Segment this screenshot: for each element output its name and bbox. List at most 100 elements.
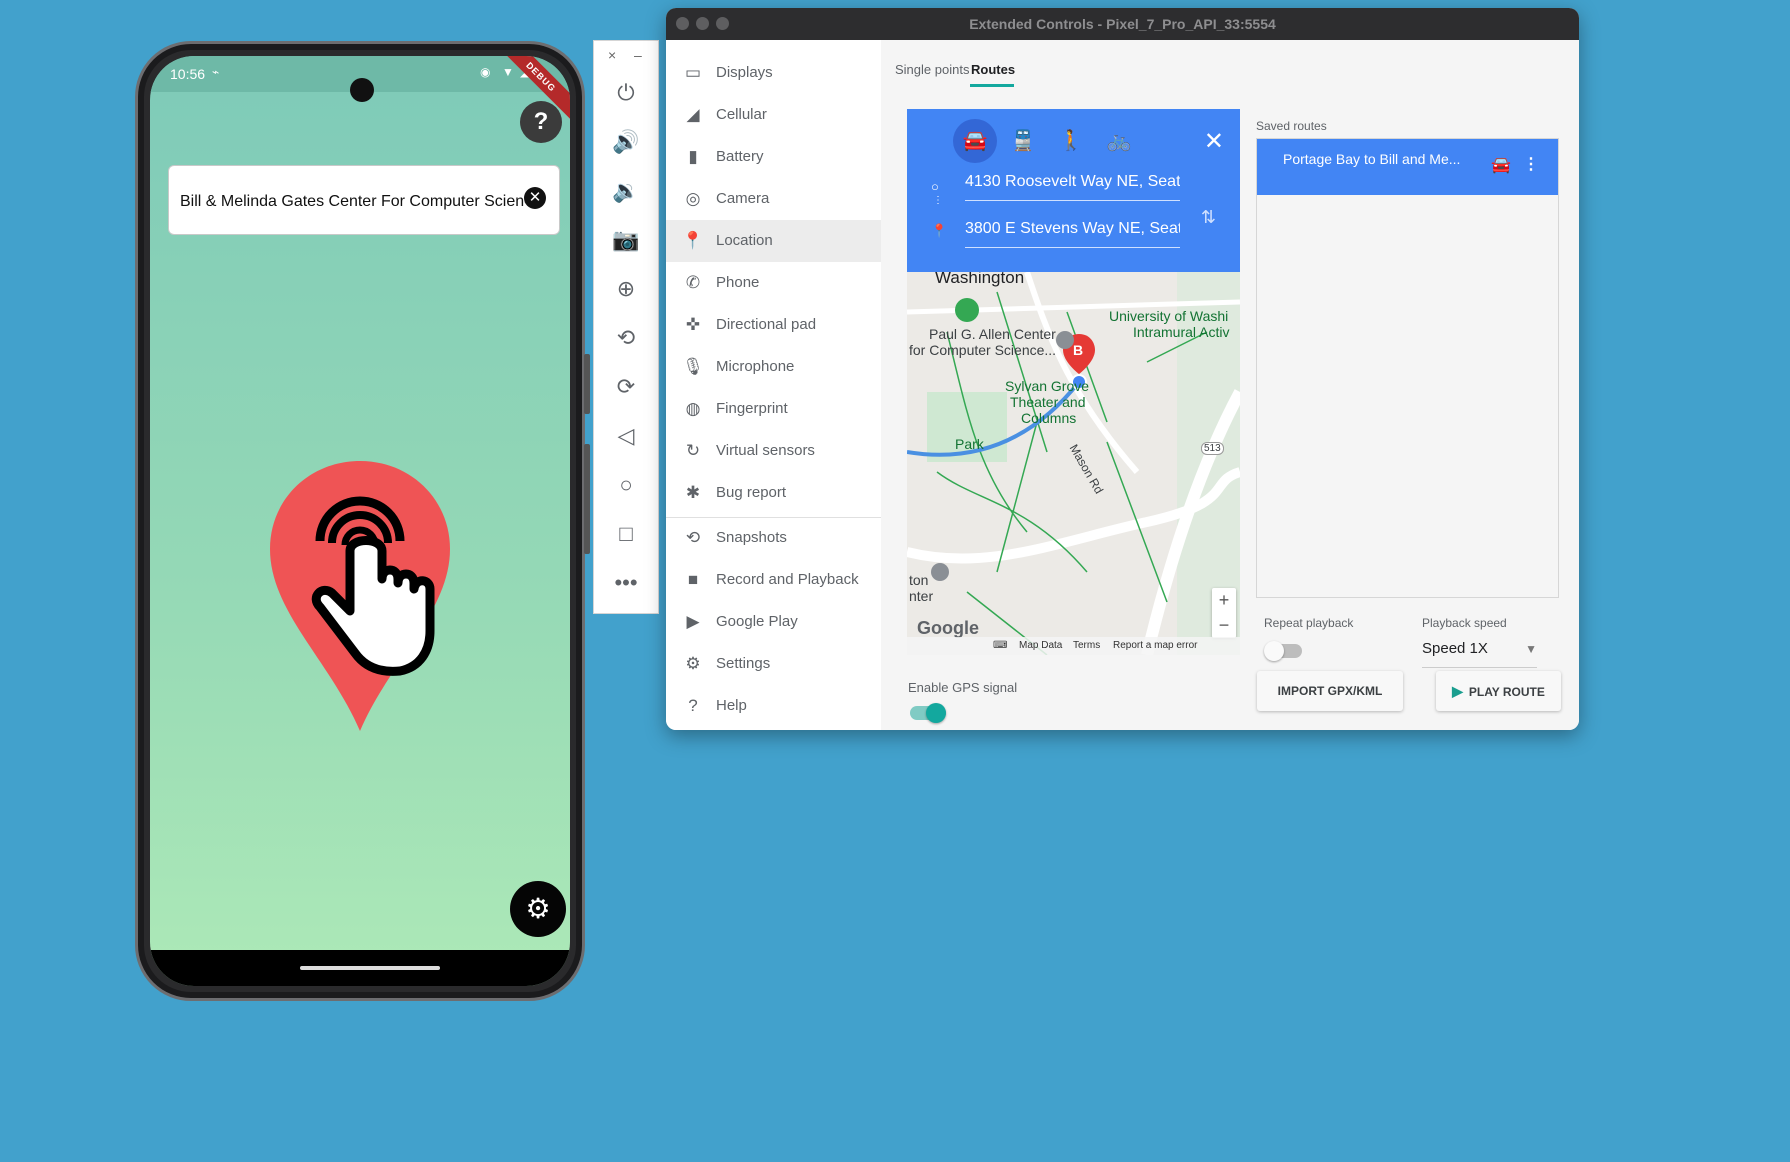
toggle-knob xyxy=(926,703,946,723)
sidebar-item-label: Phone xyxy=(716,274,760,291)
sidebar-item-virtual-sensors[interactable]: ↻ Virtual sensors xyxy=(666,430,881,472)
sidebar-item-label: Bug report xyxy=(716,484,787,501)
sidebar-item-cellular[interactable]: ◢ Cellular xyxy=(666,94,881,136)
sidebar-item-location[interactable]: 📍 Location xyxy=(666,220,881,262)
origin-input[interactable]: 4130 Roosevelt Way NE, Seattle xyxy=(965,173,1180,201)
zoom-in-button[interactable]: + xyxy=(1212,588,1236,613)
sidebar-item-bug-report[interactable]: ✱ Bug report xyxy=(666,472,881,514)
route-dots-icon: ⋮ xyxy=(933,195,943,206)
sidebar-item-settings[interactable]: ⚙ Settings xyxy=(666,643,881,685)
chevron-down-icon: ▼ xyxy=(1525,642,1537,656)
sidebar-item-help[interactable]: ? Help xyxy=(666,685,881,727)
camera-icon[interactable]: 📷 xyxy=(594,218,658,262)
power-icon[interactable]: ⏻ xyxy=(594,71,658,115)
sidebar-item-label: Settings xyxy=(716,655,771,672)
play-route-button[interactable]: ▶ PLAY ROUTE xyxy=(1436,671,1561,711)
extended-controls-sidebar: ▭ Displays ◢ Cellular ▮ Battery ◎ Camera… xyxy=(666,40,881,730)
destination-search-input[interactable]: Bill & Melinda Gates Center For Computer… xyxy=(168,165,560,235)
map-attribution-bar: ⌨ Map Data Terms Report a map error xyxy=(907,637,1240,655)
home-icon[interactable]: ○ xyxy=(594,463,658,507)
clear-search-icon[interactable]: ✕ xyxy=(524,187,546,209)
destination-marker-b[interactable]: B xyxy=(1073,342,1083,358)
tab-single-points[interactable]: Single points xyxy=(895,62,969,77)
cellular-icon: ◢ xyxy=(686,105,700,124)
fingerprint-icon: ◍ xyxy=(685,399,701,418)
status-time: 10:56 xyxy=(170,66,206,82)
location-panel: Single points Routes 🚘 🚆 🚶 🚲 ✕ ○ ⋮ 📍 413… xyxy=(881,40,1579,730)
playback-speed-label: Playback speed xyxy=(1422,616,1507,630)
minimize-emulator-button[interactable]: – xyxy=(634,47,642,63)
close-emulator-button[interactable]: × xyxy=(608,47,616,63)
repeat-playback-toggle[interactable] xyxy=(1264,641,1302,661)
route-map[interactable]: Washington Paul G. Allen Center for Comp… xyxy=(907,272,1240,655)
destination-marker-icon: 📍 xyxy=(931,223,948,238)
speed-value: Speed 1X xyxy=(1422,640,1488,657)
back-icon[interactable]: ◁ xyxy=(594,414,658,458)
sidebar-item-microphone[interactable]: 🎙 Microphone xyxy=(666,346,881,388)
help-button[interactable]: ? xyxy=(520,101,562,143)
location-tap-pin-icon xyxy=(270,461,450,731)
rotate-right-icon[interactable]: ⟳ xyxy=(594,365,658,409)
sidebar-item-label: Record and Playback xyxy=(716,571,859,588)
map-label: for Computer Science... xyxy=(909,342,1057,358)
report-map-error-link[interactable]: Report a map error xyxy=(1113,640,1197,651)
saved-route-row[interactable]: Portage Bay to Bill and Me... 🚘 ⋮ xyxy=(1257,139,1558,195)
sidebar-item-camera[interactable]: ◎ Camera xyxy=(666,178,881,220)
cycling-mode-icon[interactable]: 🚲 xyxy=(1097,119,1141,163)
more-vert-icon[interactable]: ⋮ xyxy=(1523,154,1539,174)
tab-routes[interactable]: Routes xyxy=(971,62,1015,77)
extended-controls-window: Extended Controls - Pixel_7_Pro_API_33:5… xyxy=(666,8,1579,730)
sidebar-item-record-playback[interactable]: ■ Record and Playback xyxy=(666,559,881,601)
video-camera-icon: ■ xyxy=(687,570,699,589)
more-icon[interactable]: ••• xyxy=(594,561,658,605)
saved-routes-list: Portage Bay to Bill and Me... 🚘 ⋮ xyxy=(1256,138,1559,598)
sidebar-item-displays[interactable]: ▭ Displays xyxy=(666,52,881,94)
power-button xyxy=(584,354,590,414)
gear-icon: ⚙ xyxy=(525,893,551,924)
phone-screen[interactable]: 10:56 ⌁ ◉ ▼ ◢ DEBUG ? Bill & Melinda Gat… xyxy=(150,56,570,986)
gps-signal-toggle[interactable] xyxy=(910,703,946,723)
destination-input[interactable]: 3800 E Stevens Way NE, Seattle xyxy=(965,220,1180,248)
saved-routes-label: Saved routes xyxy=(1256,119,1327,133)
history-icon: ⟲ xyxy=(685,528,701,547)
import-button-label: IMPORT GPX/KML xyxy=(1277,684,1383,698)
keyboard-shortcuts-icon[interactable]: ⌨ xyxy=(993,640,1007,651)
sidebar-item-phone[interactable]: ✆ Phone xyxy=(666,262,881,304)
settings-fab-button[interactable]: ⚙ xyxy=(510,881,566,937)
bug-icon: ✱ xyxy=(685,483,701,502)
close-directions-icon[interactable]: ✕ xyxy=(1204,127,1224,156)
volume-down-icon[interactable]: 🔉 xyxy=(594,169,658,213)
rotate-left-icon[interactable]: ⟲ xyxy=(594,316,658,360)
sidebar-item-directional-pad[interactable]: ✜ Directional pad xyxy=(666,304,881,346)
transit-mode-icon[interactable]: 🚆 xyxy=(1001,119,1045,163)
sidebar-item-fingerprint[interactable]: ◍ Fingerprint xyxy=(666,388,881,430)
zoom-icon[interactable]: ⊕ xyxy=(594,267,658,311)
map-data-link[interactable]: Map Data xyxy=(1019,640,1062,651)
microphone-icon: 🎙 xyxy=(682,357,704,376)
swap-directions-icon[interactable]: ⇅ xyxy=(1201,207,1216,228)
sidebar-item-snapshots[interactable]: ⟲ Snapshots xyxy=(666,517,881,559)
import-gpx-kml-button[interactable]: IMPORT GPX/KML xyxy=(1257,671,1403,711)
map-label: ton xyxy=(909,572,929,588)
map-label: Theater and xyxy=(1010,394,1086,410)
home-gesture-handle[interactable] xyxy=(300,966,440,970)
google-play-icon: ▶ xyxy=(686,612,700,631)
zoom-out-button[interactable]: − xyxy=(1212,613,1236,638)
battery-icon: ▮ xyxy=(688,147,698,166)
car-icon: 🚘 xyxy=(1491,157,1511,174)
google-logo: Google xyxy=(917,618,979,638)
front-camera xyxy=(350,78,374,102)
terms-link[interactable]: Terms xyxy=(1073,640,1100,651)
volume-up-icon[interactable]: 🔊 xyxy=(594,120,658,164)
driving-mode-icon[interactable]: 🚘 xyxy=(953,119,997,163)
phone-icon: ✆ xyxy=(685,273,701,292)
sidebar-item-label: Location xyxy=(716,232,773,249)
sidebar-item-google-play[interactable]: ▶ Google Play xyxy=(666,601,881,643)
walking-mode-icon[interactable]: 🚶 xyxy=(1049,119,1093,163)
overview-icon[interactable]: □ xyxy=(594,512,658,556)
sidebar-item-battery[interactable]: ▮ Battery xyxy=(666,136,881,178)
toggle-knob xyxy=(1264,641,1284,661)
emulator-side-toolbar: × – ⏻ 🔊 🔉 📷 ⊕ ⟲ ⟳ ◁ ○ □ ••• xyxy=(593,40,659,614)
saved-route-name: Portage Bay to Bill and Me... xyxy=(1283,151,1461,167)
playback-speed-select[interactable]: Speed 1X ▼ xyxy=(1422,640,1537,668)
